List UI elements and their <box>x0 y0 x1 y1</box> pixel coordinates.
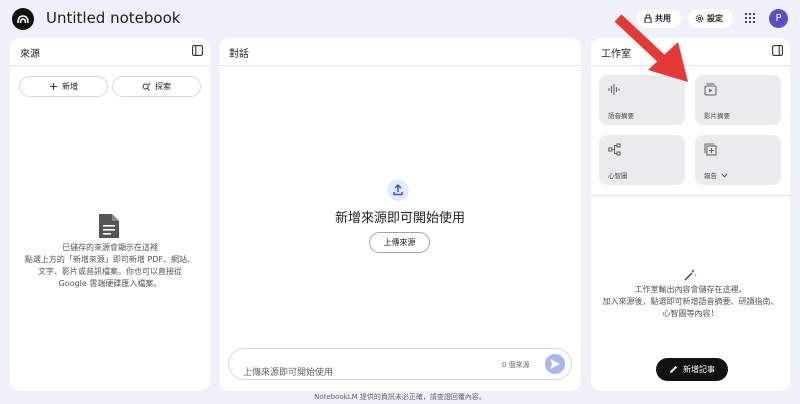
footer-disclaimer: NotebookLM 提供的資訊未必正確，請查證回覆內容。 <box>314 393 486 401</box>
notebooklm-logo-icon[interactable] <box>12 8 34 30</box>
studio-empty-text: 加入來源後，點選即可新增語音摘要、研讀指南、 <box>602 297 779 306</box>
document-icon <box>99 214 119 238</box>
sources-panel: 來源 + 新增 探索 已儲存的來源會顯示在這裡 點選上方的「新增來源」即可新增 … <box>10 38 210 391</box>
red-arrow-annotation <box>614 14 688 82</box>
sources-empty-text: Google 雲端硬碟匯入檔案。 <box>58 279 162 288</box>
add-note-button[interactable]: 新增記事 <box>656 358 728 381</box>
card-label-text: 報告 <box>704 172 717 180</box>
report-icon <box>704 143 717 156</box>
chat-panel: 對話 新增來源即可開始使用 上傳來源 上傳來源即可開始使用 0 個來源 <box>219 38 581 391</box>
add-source-label: 新增 <box>62 82 79 91</box>
card-label: 語音摘要 <box>608 112 634 120</box>
notebook-title[interactable]: Untitled notebook <box>46 9 180 27</box>
upload-source-button[interactable]: 上傳來源 <box>369 232 430 253</box>
mind-map-card[interactable]: 心智圖 <box>599 135 685 185</box>
chat-title: 對話 <box>229 49 249 60</box>
add-source-button[interactable]: + 新增 <box>19 76 108 97</box>
sources-title: 來源 <box>20 49 40 60</box>
divider <box>591 195 790 196</box>
collapse-panel-icon[interactable] <box>772 45 783 56</box>
pencil-icon <box>670 366 677 373</box>
chat-empty-heading: 新增來源即可開始使用 <box>334 211 465 226</box>
collapse-panel-icon[interactable] <box>192 45 203 56</box>
card-label: 影片摘要 <box>704 112 730 120</box>
studio-empty-text: 心智圖等內容！ <box>662 309 719 318</box>
chevron-down-icon[interactable] <box>721 172 728 178</box>
sources-empty-title: 已儲存的來源會顯示在這裡 <box>62 243 158 252</box>
avatar[interactable]: P <box>769 9 788 28</box>
plus-icon: + <box>48 79 59 93</box>
chat-input[interactable]: 上傳來源即可開始使用 0 個來源 <box>228 348 572 380</box>
magic-wand-icon <box>684 269 697 281</box>
mind-map-icon <box>608 143 621 156</box>
search-sparkle-icon <box>142 82 151 91</box>
sources-empty-text: 點選上方的「新增來源」即可新增 PDF、網站、 <box>24 255 196 264</box>
video-icon <box>704 83 717 96</box>
chat-input-placeholder: 上傳來源即可開始使用 <box>243 368 334 378</box>
send-button[interactable] <box>545 354 565 374</box>
sources-empty-text: 文字、影片或音訊檔案。你也可以直接從 <box>38 267 182 276</box>
source-count: 0 個來源 <box>502 361 530 369</box>
add-note-label: 新增記事 <box>683 365 715 374</box>
send-icon <box>550 359 560 369</box>
report-card[interactable]: 報告 <box>695 135 781 185</box>
card-label: 報告 <box>704 170 728 180</box>
explore-label: 探索 <box>155 82 171 91</box>
divider <box>10 65 210 66</box>
studio-empty-title: 工作室輸出內容會儲存在這裡。 <box>634 285 747 294</box>
divider <box>219 65 581 66</box>
apps-grid-icon[interactable] <box>744 12 756 24</box>
upload-icon <box>387 179 409 201</box>
card-label: 心智圖 <box>608 172 628 180</box>
explore-button[interactable]: 探索 <box>112 76 201 97</box>
settings-label: 設定 <box>707 14 723 23</box>
video-overview-card[interactable]: 影片摘要 <box>695 75 781 125</box>
